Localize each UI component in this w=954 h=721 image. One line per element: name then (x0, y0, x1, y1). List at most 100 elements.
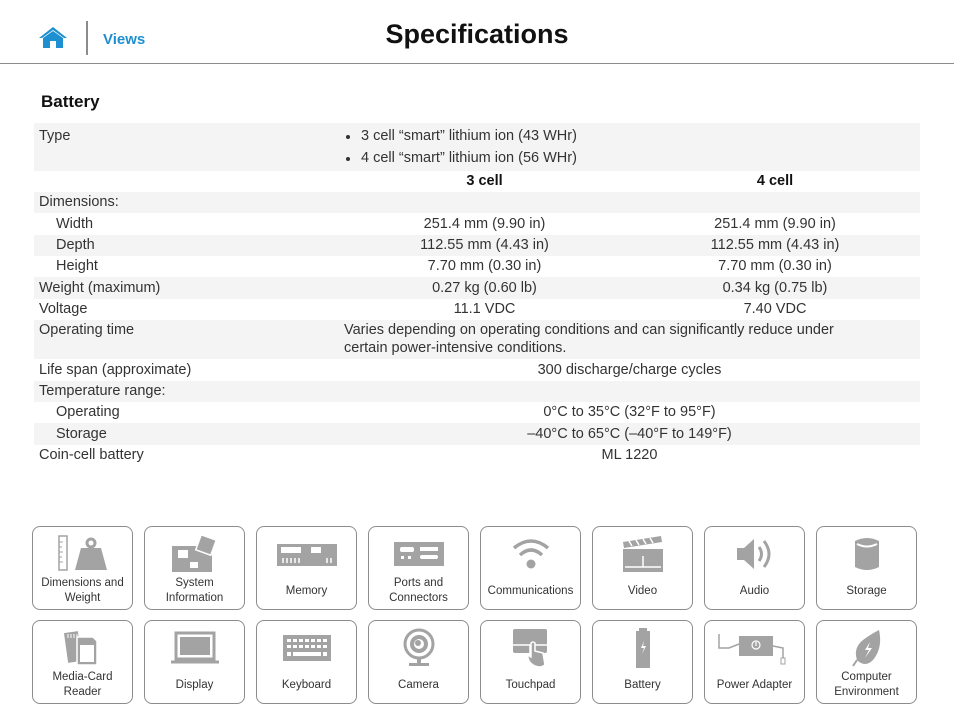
cell-value: 251.4 mm (9.90 in) (714, 216, 836, 232)
tile-display[interactable]: Display (144, 620, 245, 704)
table-row-temperature: Temperature range: (34, 381, 920, 402)
table-row-coin-cell: Coin-cell battery ML 1220 (34, 445, 920, 466)
tile-communications[interactable]: Communications (480, 526, 581, 610)
list-item: 3 cell “smart” lithium ion (43 WHr) (344, 125, 577, 147)
tile-dimensions-and-weight[interactable]: Dimensions and Weight (32, 526, 133, 610)
cell-value: 7.70 mm (0.30 in) (427, 258, 542, 274)
tile-touchpad[interactable]: Touchpad (480, 620, 581, 704)
tile-audio[interactable]: Audio (704, 526, 805, 610)
keyboard-icon (282, 635, 331, 661)
row-label: Life span (approximate) (39, 362, 192, 378)
row-label: Operating (56, 404, 120, 420)
tile-label: Battery (624, 678, 661, 691)
wifi-icon (512, 539, 549, 569)
table-row-depth: Depth 112.55 mm (4.43 in) 112.55 mm (4.4… (34, 235, 920, 256)
cell-value: 7.70 mm (0.30 in) (718, 258, 832, 274)
cell-value: 112.55 mm (4.43 in) (420, 237, 549, 253)
table-row-temp-storage: Storage –40°C to 65°C (–40°F to 149°F) (34, 423, 920, 445)
cell-value: 11.1 VDC (453, 301, 516, 317)
tile-label: Memory (285, 584, 328, 597)
cell-value: Varies depending on operating conditions… (344, 322, 834, 356)
laptop-display-icon (170, 631, 219, 664)
cell-value: 251.4 mm (9.90 in) (423, 216, 546, 232)
speaker-icon (736, 539, 770, 569)
cell-value: ML 1220 (601, 447, 658, 463)
motherboard-icon (171, 534, 217, 572)
type-list: 3 cell “smart” lithium ion (43 WHr) 4 ce… (339, 125, 577, 169)
cell-value: 300 discharge/charge cycles (537, 362, 722, 378)
table-row-dimensions: Dimensions: (34, 192, 920, 213)
column-header-4-cell: 4 cell (756, 173, 794, 189)
tile-battery[interactable]: Battery (592, 620, 693, 704)
cell-value: 112.55 mm (4.43 in) (710, 237, 840, 253)
views-tile-grid: Dimensions and Weight System Information (32, 526, 922, 714)
row-label: Dimensions: (39, 194, 119, 210)
tile-camera[interactable]: Camera (368, 620, 469, 704)
tile-label: Keyboard (281, 678, 332, 691)
row-label: Coin-cell battery (39, 447, 144, 463)
table-row-height: Height 7.70 mm (0.30 in) 7.70 mm (0.30 i… (34, 256, 920, 277)
row-label: Width (56, 216, 94, 232)
table-row-operating-time: Operating time Varies depending on opera… (34, 320, 920, 359)
row-label: Weight (maximum) (39, 280, 161, 296)
tile-system-information[interactable]: System Information (144, 526, 245, 610)
touchpad-icon (512, 629, 547, 668)
leaf-icon (851, 630, 880, 667)
webcam-icon (403, 628, 434, 666)
table-row-voltage: Voltage 11.1 VDC 7.40 VDC (34, 299, 920, 320)
list-item: 4 cell “smart” lithium ion (56 WHr) (344, 147, 577, 169)
tile-label: Camera (398, 678, 439, 691)
row-label: Operating time (39, 322, 135, 338)
tile-label: Media-Card Reader (52, 671, 113, 698)
ports-icon (393, 542, 444, 566)
table-row-temp-operating: Operating 0°C to 35°C (32°F to 95°F) (34, 402, 920, 423)
row-label: Height (56, 258, 98, 274)
tile-label: Ports and Connectors (389, 577, 448, 604)
tile-label: System Information (165, 577, 224, 604)
table-row-weight: Weight (maximum) 0.27 kg (0.60 lb) 0.34 … (34, 277, 920, 299)
clapperboard-icon (622, 536, 663, 572)
row-label: Storage (56, 426, 107, 442)
storage-cylinder-icon (854, 538, 879, 570)
tile-label: Dimensions and Weight (41, 577, 124, 604)
tile-storage[interactable]: Storage (816, 526, 917, 610)
tile-row: Dimensions and Weight System Information (32, 526, 922, 610)
cell-value: 7.40 VDC (743, 301, 807, 317)
memory-module-icon (276, 544, 337, 566)
tile-label: Storage (846, 584, 887, 597)
power-adapter-icon (717, 634, 785, 665)
header-bar: Views Specifications (0, 0, 954, 64)
row-label: Depth (56, 237, 95, 253)
table-row-type: Type 3 cell “smart” lithium ion (43 WHr)… (34, 123, 920, 171)
tile-power-adapter[interactable]: Power Adapter (704, 620, 805, 704)
tile-media-card-reader[interactable]: Media-Card Reader (32, 620, 133, 704)
table-header-row: 3 cell 4 cell (34, 171, 920, 192)
tile-ports-and-connectors[interactable]: Ports and Connectors (368, 526, 469, 610)
cell-value: 0°C to 35°C (32°F to 95°F) (543, 404, 716, 420)
row-label: Voltage (39, 301, 88, 317)
tile-keyboard[interactable]: Keyboard (256, 620, 357, 704)
tile-label: Video (627, 584, 658, 597)
row-label: Type (39, 128, 71, 144)
tile-video[interactable]: Video (592, 526, 693, 610)
cell-value: 0.34 kg (0.75 lb) (722, 280, 828, 296)
tile-label: Computer Environment (834, 671, 899, 698)
tile-label: Audio (739, 584, 770, 597)
cell-value: –40°C to 65°C (–40°F to 149°F) (527, 426, 732, 442)
table-row-life-span: Life span (approximate) 300 discharge/ch… (34, 359, 920, 381)
section-title: Battery (41, 92, 100, 111)
tile-label: Touchpad (505, 678, 556, 691)
tile-label: Power Adapter (716, 678, 793, 691)
tile-label: Communications (487, 584, 574, 597)
table-row-width: Width 251.4 mm (9.90 in) 251.4 mm (9.90 … (34, 213, 920, 235)
battery-icon (635, 628, 650, 668)
tile-row: Media-Card Reader Display Keyboard Camer… (32, 620, 922, 704)
cell-value: 0.27 kg (0.60 lb) (432, 280, 537, 296)
tile-label: Display (175, 678, 214, 691)
sd-card-icon (63, 631, 98, 666)
row-label: Temperature range: (39, 383, 166, 399)
tile-computer-environment[interactable]: Computer Environment (816, 620, 917, 704)
tile-memory[interactable]: Memory (256, 526, 357, 610)
page-title: Specifications (385, 19, 569, 49)
column-header-3-cell: 3 cell (466, 173, 503, 189)
